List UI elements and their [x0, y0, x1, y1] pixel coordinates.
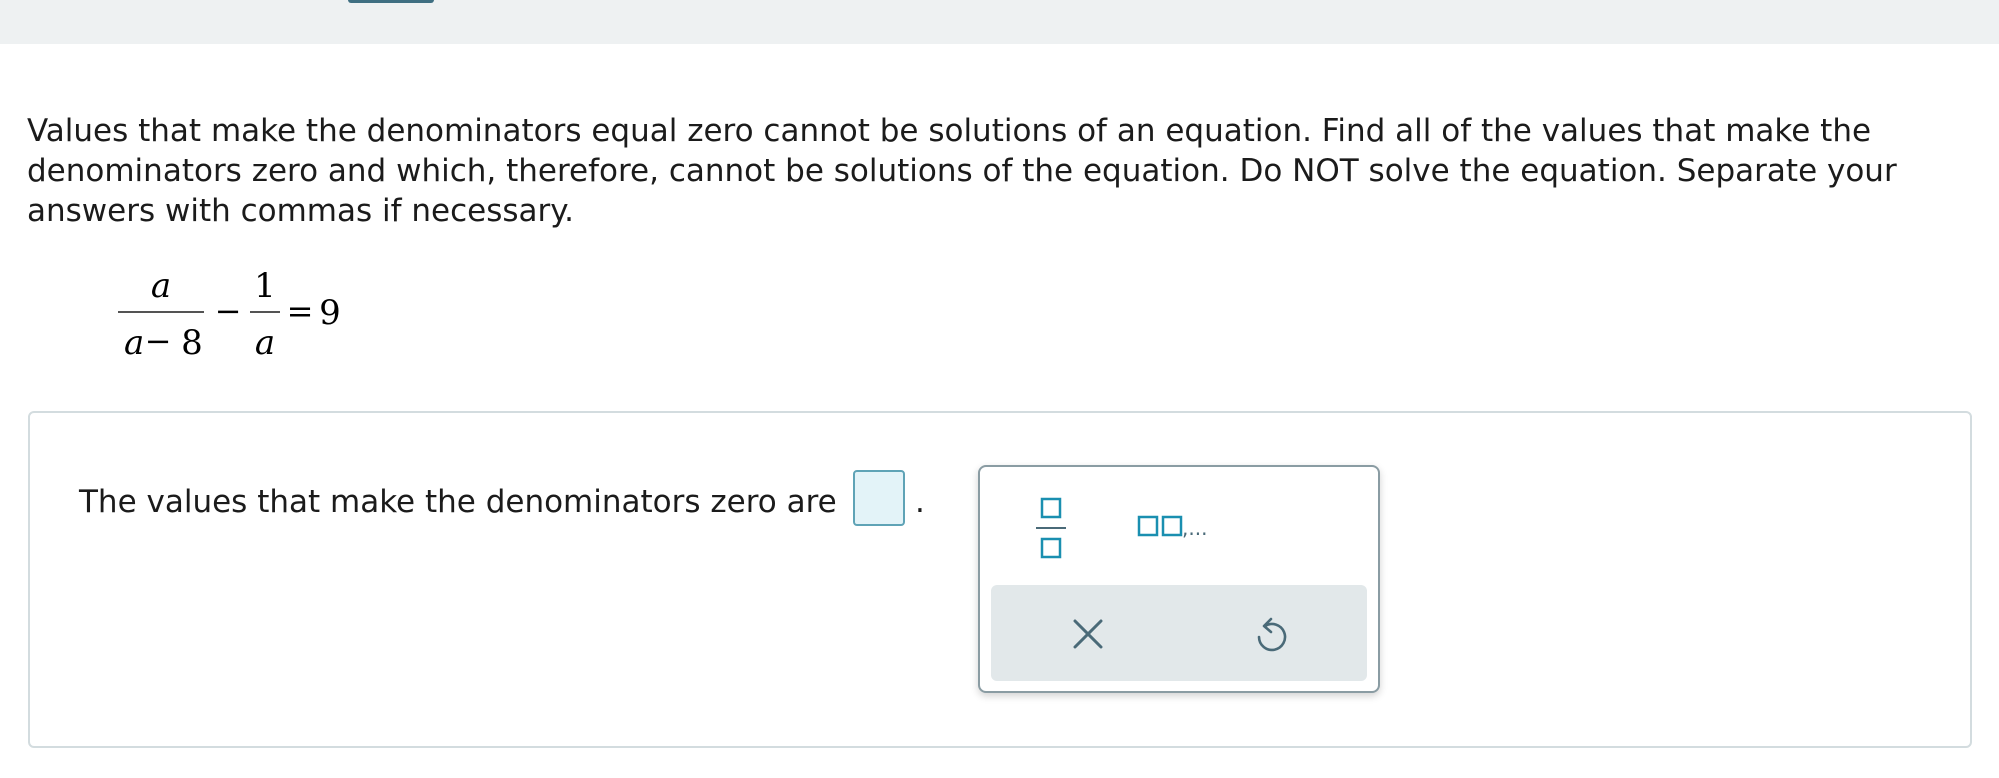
equation: a a − 8 − 1 a = 9: [110, 262, 380, 368]
list-ellipsis: ,...: [1182, 516, 1207, 540]
term1-denominator-variable: a: [124, 323, 144, 363]
term1-denominator-number: 8: [181, 323, 203, 363]
answer-input[interactable]: [853, 470, 905, 526]
fraction-icon: [1036, 497, 1066, 559]
question-instructions: Values that make the denominators equal …: [27, 113, 1897, 229]
equation-graphic: a a − 8 − 1 a = 9: [118, 266, 341, 363]
answer-prompt: The values that make the denominators ze…: [79, 484, 837, 520]
clear-button[interactable]: [1069, 615, 1107, 653]
fraction-button[interactable]: [1028, 493, 1074, 565]
sentence-period: .: [915, 484, 925, 520]
list-icon: ,...: [1137, 515, 1207, 540]
undo-icon: [1257, 617, 1287, 652]
term1-denominator-minus: −: [145, 322, 172, 360]
equals-sign: =: [287, 292, 314, 330]
close-icon: [1073, 619, 1103, 649]
math-palette: ,...: [978, 465, 1380, 693]
palette-action-bar: [991, 585, 1367, 681]
term2-numerator: 1: [254, 266, 276, 306]
term1-numerator: a: [151, 266, 171, 306]
minus-operator: −: [215, 292, 242, 330]
active-tab-indicator: [348, 0, 434, 3]
list-button[interactable]: ,...: [1135, 507, 1225, 547]
right-hand-side: 9: [319, 293, 341, 333]
top-navigation-bar: [0, 0, 1999, 44]
undo-button[interactable]: [1251, 615, 1291, 655]
term2-denominator: a: [255, 323, 275, 363]
